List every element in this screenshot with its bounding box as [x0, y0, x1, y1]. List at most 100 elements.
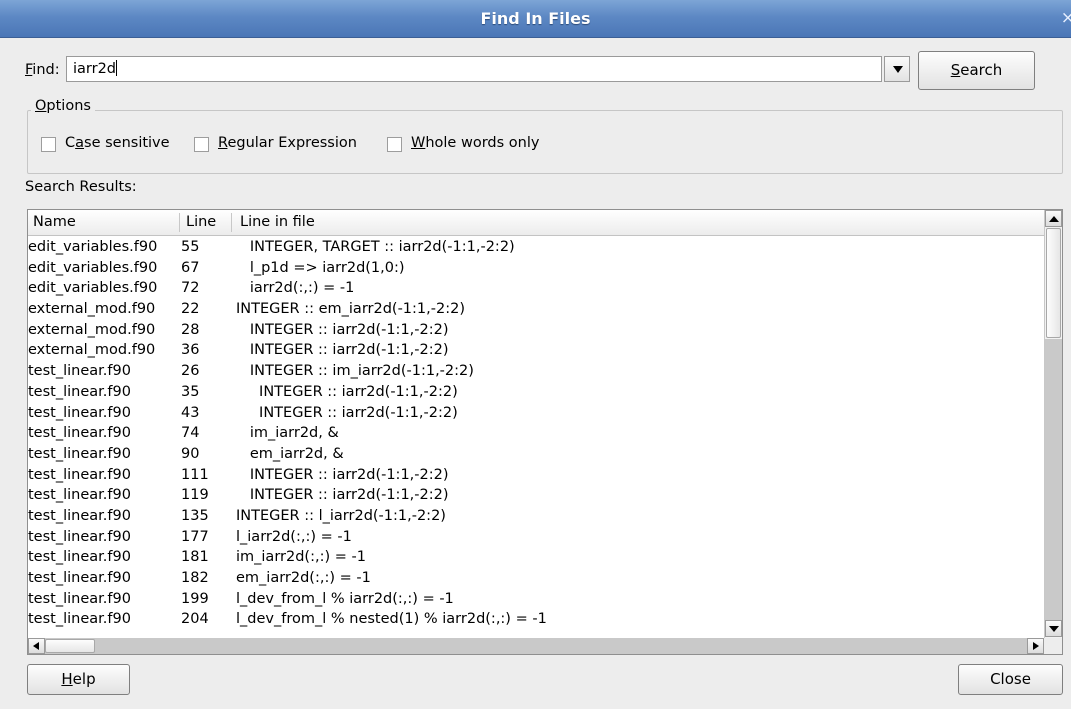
cell-line: 181 — [181, 549, 209, 566]
table-row[interactable]: test_linear.f90 177 l_iarr2d(:,:) = -1 — [28, 527, 1044, 548]
cell-name: test_linear.f90 — [28, 425, 131, 442]
scroll-down-button[interactable] — [1045, 620, 1062, 637]
cell-line: 182 — [181, 570, 209, 586]
cell-name: test_linear.f90 — [28, 404, 131, 421]
cell-name: test_linear.f90 — [28, 570, 131, 586]
cell-line: 204 — [181, 611, 209, 628]
cell-line-in-file: em_iarr2d, & — [236, 445, 344, 462]
search-results-label: Search Results: — [25, 179, 137, 195]
cell-line-in-file: INTEGER :: iarr2d(-1:1,-2:2) — [236, 321, 449, 338]
find-history-dropdown[interactable] — [884, 56, 910, 82]
column-header-line-in-file[interactable]: Line in file — [240, 214, 315, 230]
table-row[interactable]: test_linear.f90 181 im_iarr2d(:,:) = -1 — [28, 547, 1044, 568]
cell-name: test_linear.f90 — [28, 383, 131, 400]
scroll-corner — [1044, 638, 1062, 654]
cell-line-in-file: INTEGER, TARGET :: iarr2d(-1:1,-2:2) — [236, 239, 515, 255]
table-row[interactable]: external_mod.f90 22 INTEGER :: em_iarr2d(-… — [28, 299, 1044, 320]
whole-words-checkbox[interactable] — [387, 137, 402, 152]
cell-line: 90 — [181, 445, 200, 462]
cell-line: 74 — [181, 425, 200, 442]
cell-name: test_linear.f90 — [28, 549, 131, 566]
arrow-right-icon — [1033, 642, 1039, 650]
cell-line: 55 — [181, 239, 200, 255]
cell-line-in-file: em_iarr2d(:,:) = -1 — [236, 570, 371, 586]
table-row[interactable]: test_linear.f90 43 INTEGER :: iarr2d(-1:1… — [28, 403, 1044, 424]
close-button[interactable]: Close — [958, 664, 1063, 695]
table-row[interactable]: external_mod.f90 36 INTEGER :: iarr2d(-1:… — [28, 340, 1044, 361]
cell-line: 36 — [181, 342, 200, 359]
search-button[interactable]: Search — [918, 51, 1035, 90]
scroll-up-button[interactable] — [1045, 210, 1062, 227]
cell-line-in-file: iarr2d(:,:) = -1 — [236, 280, 355, 297]
cell-line-in-file: INTEGER :: em_iarr2d(-1:1,-2:2) — [236, 301, 465, 318]
cell-name: test_linear.f90 — [28, 487, 131, 504]
cell-line-in-file: l_dev_from_l % nested(1) % iarr2d(:,:) =… — [236, 611, 547, 628]
cell-line-in-file: im_iarr2d, & — [236, 425, 339, 442]
vertical-scrollbar[interactable] — [1044, 210, 1062, 638]
cell-line-in-file: INTEGER :: iarr2d(-1:1,-2:2) — [236, 383, 458, 400]
cell-line: 135 — [181, 507, 209, 524]
options-legend: Options — [31, 98, 95, 114]
table-row[interactable]: test_linear.f90 26 INTEGER :: im_iarr2d(-… — [28, 361, 1044, 382]
cell-line: 199 — [181, 590, 209, 607]
column-header-name[interactable]: Name — [33, 214, 76, 230]
cell-name: test_linear.f90 — [28, 528, 131, 545]
cell-name: edit_variables.f90 — [28, 239, 158, 255]
close-window-icon[interactable]: × — [1061, 8, 1071, 28]
help-button[interactable]: Help — [27, 664, 130, 695]
case-sensitive-label[interactable]: Case sensitive — [65, 135, 170, 151]
table-row[interactable]: edit_variables.f90 55 INTEGER, TARGET :: … — [28, 237, 1044, 258]
cell-name: test_linear.f90 — [28, 466, 131, 483]
horizontal-scrollbar[interactable] — [28, 638, 1044, 654]
cell-line-in-file: l_p1d => iarr2d(1,0:) — [236, 259, 405, 276]
horizontal-scroll-thumb[interactable] — [45, 639, 95, 653]
cell-line-in-file: INTEGER :: iarr2d(-1:1,-2:2) — [236, 404, 458, 421]
table-row[interactable]: test_linear.f90 119 INTEGER :: iarr2d(-1:… — [28, 485, 1044, 506]
scroll-left-button[interactable] — [28, 638, 45, 654]
vertical-scroll-thumb[interactable] — [1046, 228, 1061, 338]
vertical-scroll-track[interactable] — [1045, 339, 1062, 620]
table-row[interactable]: test_linear.f90 111 INTEGER :: iarr2d(-1:… — [28, 465, 1044, 486]
results-table: Name Line Line in file edit_variables.f9… — [27, 209, 1063, 655]
cell-name: test_linear.f90 — [28, 611, 131, 628]
find-input[interactable]: iarr2d — [66, 56, 882, 82]
cell-name: test_linear.f90 — [28, 363, 131, 380]
cell-name: external_mod.f90 — [28, 321, 156, 338]
cell-name: test_linear.f90 — [28, 590, 131, 607]
table-row[interactable]: test_linear.f90 182 em_iarr2d(:,:) = -1 — [28, 568, 1044, 589]
scroll-right-button[interactable] — [1027, 638, 1044, 654]
cell-line: 28 — [181, 321, 200, 338]
window-title: Find In Files — [480, 9, 591, 28]
table-row[interactable]: test_linear.f90 35 INTEGER :: iarr2d(-1:1… — [28, 382, 1044, 403]
cell-name: edit_variables.f90 — [28, 280, 158, 297]
table-row[interactable]: edit_variables.f90 72 iarr2d(:,:) = -1 — [28, 278, 1044, 299]
table-row[interactable]: test_linear.f90 199 l_dev_from_l % iarr2d(… — [28, 589, 1044, 610]
column-header-line[interactable]: Line — [186, 214, 216, 230]
cell-line-in-file: INTEGER :: im_iarr2d(-1:1,-2:2) — [236, 363, 474, 380]
cell-line: 111 — [181, 466, 209, 483]
cell-line-in-file: INTEGER :: iarr2d(-1:1,-2:2) — [236, 342, 449, 359]
cell-line-in-file: INTEGER :: l_iarr2d(-1:1,-2:2) — [236, 507, 446, 524]
table-row[interactable]: test_linear.f90 74 im_iarr2d, & — [28, 423, 1044, 444]
cell-name: test_linear.f90 — [28, 445, 131, 462]
options-group — [27, 110, 1063, 174]
cell-line: 67 — [181, 259, 200, 276]
regex-label[interactable]: Regular Expression — [218, 135, 357, 151]
table-row[interactable]: test_linear.f90 135 INTEGER :: l_iarr2d(-1… — [28, 506, 1044, 527]
table-row[interactable]: edit_variables.f90 67 l_p1d => iarr2d(1,0… — [28, 258, 1044, 279]
cell-line: 35 — [181, 383, 200, 400]
table-row[interactable]: test_linear.f90 90 em_iarr2d, & — [28, 444, 1044, 465]
table-row[interactable]: test_linear.f90 204 l_dev_from_l % nested(… — [28, 609, 1044, 630]
table-row[interactable]: external_mod.f90 28 INTEGER :: iarr2d(-1:… — [28, 320, 1044, 341]
whole-words-label[interactable]: Whole words only — [411, 135, 539, 151]
find-input-value: iarr2d — [73, 61, 117, 77]
cell-line: 26 — [181, 363, 200, 380]
arrow-down-icon — [1049, 626, 1059, 632]
cell-line: 22 — [181, 301, 200, 318]
cell-line: 177 — [181, 528, 209, 545]
results-rows: edit_variables.f90 55 INTEGER, TARGET :: … — [28, 237, 1044, 637]
results-header: Name Line Line in file — [28, 210, 1044, 236]
regex-checkbox[interactable] — [194, 137, 209, 152]
case-sensitive-checkbox[interactable] — [41, 137, 56, 152]
cell-name: test_linear.f90 — [28, 507, 131, 524]
